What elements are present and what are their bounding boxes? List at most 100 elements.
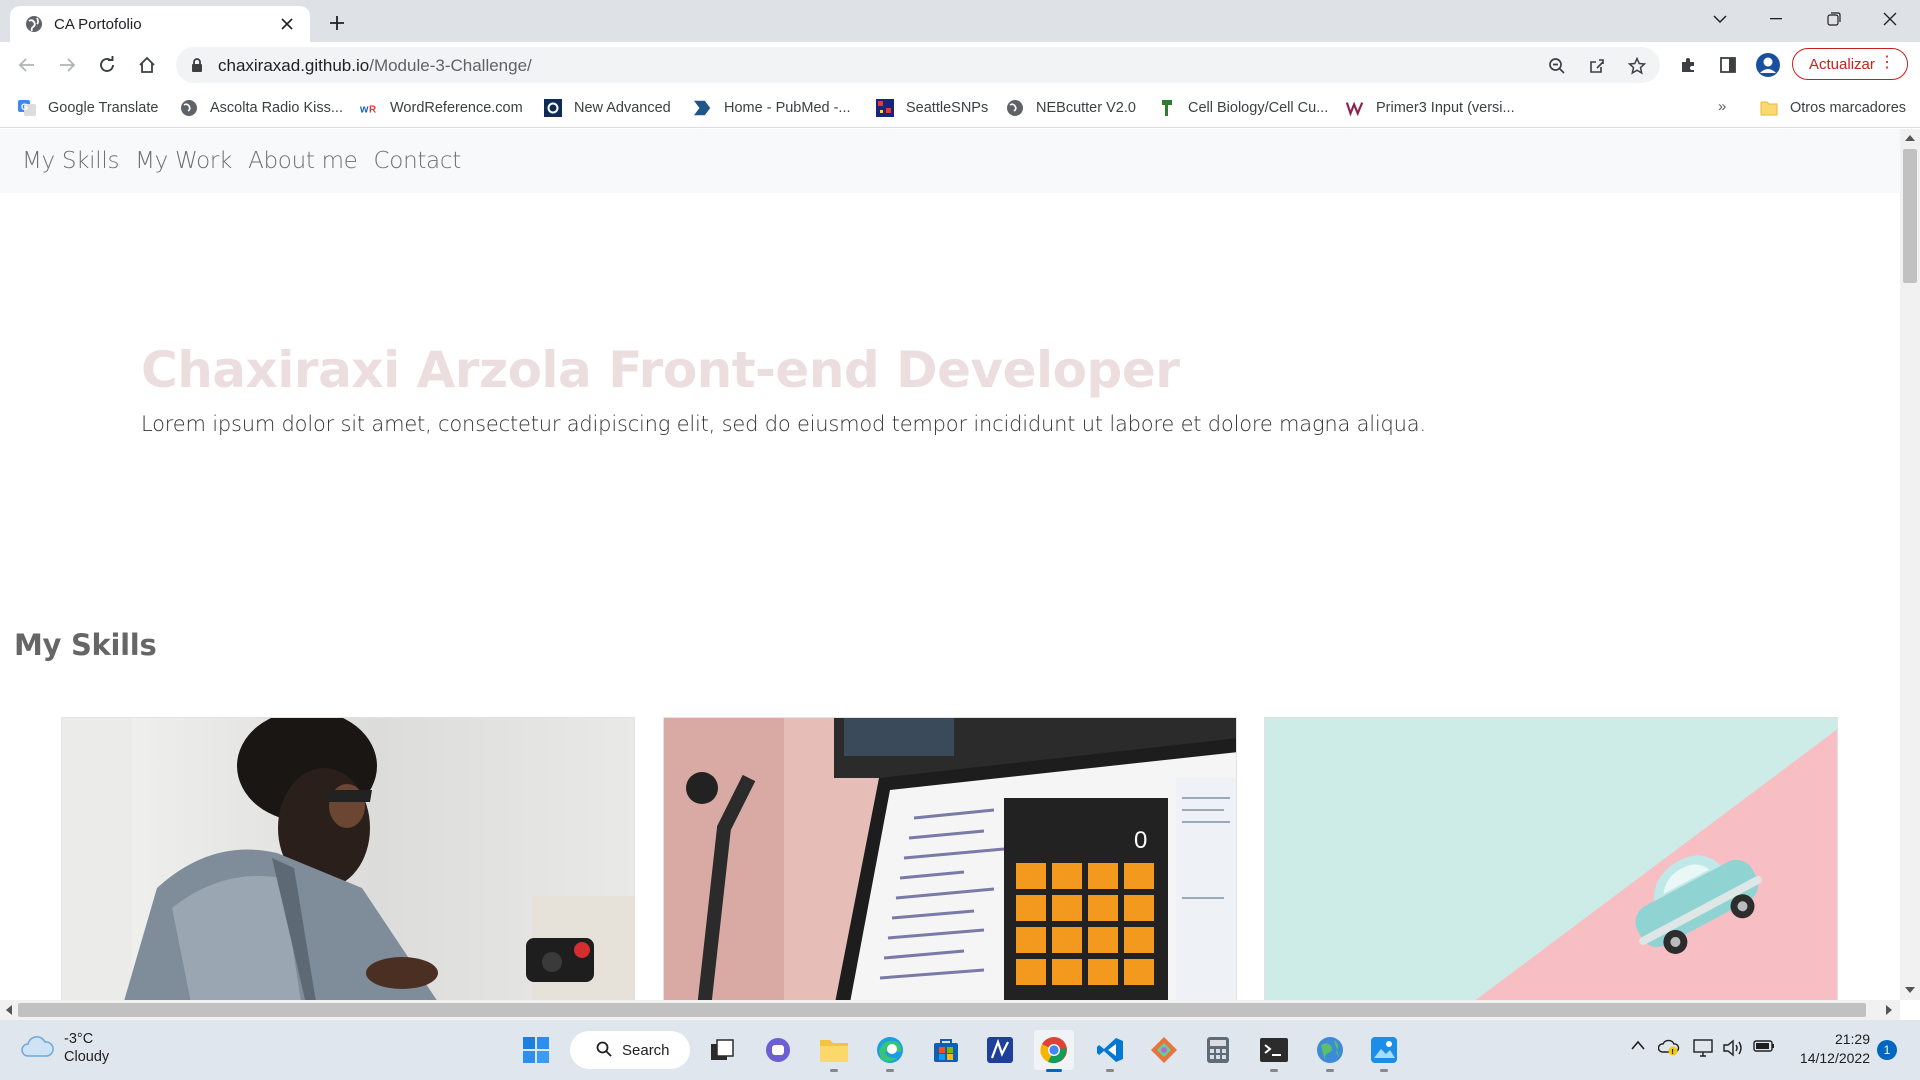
skill-card-image-3[interactable]	[1264, 717, 1838, 1000]
tab-title: CA Portofolio	[54, 15, 142, 33]
site-navbar: My Skills My Work About me Contact	[0, 129, 1900, 193]
running-indicator	[1270, 1069, 1278, 1072]
lock-icon[interactable]	[190, 57, 204, 78]
scroll-up-arrow-icon[interactable]	[1905, 135, 1915, 141]
bookmark-item[interactable]: SeattleSNPs	[876, 96, 988, 120]
teams-chat-icon[interactable]	[758, 1030, 798, 1070]
close-window-button[interactable]	[1864, 0, 1916, 38]
notification-badge[interactable]: 1	[1877, 1040, 1897, 1060]
more-bookmarks-button[interactable]: »	[1718, 98, 1726, 115]
address-bar[interactable]: chaxiraxad.github.io/Module-3-Challenge/	[176, 47, 1660, 83]
vertical-scrollbar[interactable]	[1900, 129, 1920, 1000]
zoom-icon[interactable]	[1544, 53, 1570, 79]
forward-button[interactable]	[51, 49, 83, 81]
more-menu-icon[interactable]: ⋮	[1879, 55, 1895, 71]
hero-text: Lorem ipsum dolor sit amet, consectetur …	[141, 412, 1426, 436]
reload-button[interactable]	[91, 49, 123, 81]
scroll-right-arrow-icon[interactable]	[1886, 1005, 1892, 1015]
horizontal-scroll-thumb[interactable]	[18, 1003, 1866, 1017]
bookmark-item[interactable]: Ascolta Radio Kiss...	[180, 96, 343, 120]
bookmark-star-icon[interactable]	[1624, 53, 1650, 79]
pubmed-icon	[694, 99, 712, 117]
mathtype-icon[interactable]	[980, 1030, 1020, 1070]
nav-link-about-me[interactable]: About me	[248, 148, 358, 174]
home-button[interactable]	[131, 49, 163, 81]
update-button[interactable]: Actualizar ⋮	[1792, 48, 1908, 80]
running-indicator	[886, 1069, 894, 1072]
chrome-browser-icon[interactable]	[1034, 1030, 1074, 1072]
svg-text:R: R	[369, 105, 376, 116]
task-view-icon[interactable]	[702, 1030, 742, 1070]
terminal-icon[interactable]	[1254, 1030, 1294, 1072]
bookmark-item[interactable]: New Advanced	[544, 96, 671, 120]
taskbar: -3°C Cloudy Search ! 21:29 14/12/2022 1	[0, 1020, 1920, 1080]
bookmark-label: New Advanced	[574, 100, 671, 116]
volume-icon[interactable]	[1722, 1038, 1744, 1063]
battery-icon[interactable]	[1752, 1038, 1776, 1059]
world-app-icon[interactable]	[1310, 1030, 1350, 1072]
back-button[interactable]	[11, 49, 43, 81]
restore-button[interactable]	[1808, 0, 1860, 38]
other-bookmarks-folder[interactable]: Otros marcadores	[1760, 96, 1906, 120]
other-bookmarks-label: Otros marcadores	[1790, 100, 1907, 116]
nav-link-my-work[interactable]: My Work	[135, 148, 232, 174]
update-label: Actualizar	[1809, 55, 1875, 73]
clock-date: 14/12/2022	[1799, 1050, 1870, 1066]
horizontal-scrollbar[interactable]	[0, 1000, 1900, 1020]
git-client-icon[interactable]	[1144, 1030, 1184, 1070]
globe-icon	[1006, 99, 1024, 117]
bookmark-item[interactable]: wR WordReference.com	[360, 96, 523, 120]
start-button[interactable]	[516, 1030, 556, 1070]
microsoft-store-icon[interactable]	[926, 1030, 966, 1070]
scroll-left-arrow-icon[interactable]	[6, 1005, 12, 1015]
vscode-icon[interactable]	[1090, 1030, 1130, 1072]
running-indicator	[830, 1069, 838, 1072]
seattlesnps-icon	[876, 99, 894, 117]
browser-tab[interactable]: CA Portofolio	[10, 6, 310, 42]
bookmark-item[interactable]: Cell Biology/Cell Cu...	[1158, 96, 1328, 120]
close-tab-icon[interactable]	[276, 13, 298, 35]
onedrive-warning-icon[interactable]: !	[1657, 1038, 1680, 1061]
edge-browser-icon[interactable]	[870, 1030, 910, 1072]
taskbar-search[interactable]: Search	[570, 1031, 690, 1069]
primer3-icon	[1346, 99, 1364, 117]
system-clock[interactable]: 21:29 14/12/2022	[1792, 1030, 1870, 1068]
calculator-icon[interactable]	[1198, 1030, 1238, 1070]
bookmark-label: Cell Biology/Cell Cu...	[1188, 100, 1329, 116]
network-icon[interactable]	[1692, 1038, 1714, 1063]
bookmark-item[interactable]: NEBcutter V2.0	[1006, 96, 1136, 120]
chevron-up-icon[interactable]	[1630, 1038, 1646, 1056]
new-tab-button[interactable]	[322, 8, 352, 38]
weather-widget[interactable]: -3°C Cloudy	[20, 1030, 109, 1066]
nav-link-contact[interactable]: Contact	[374, 148, 462, 174]
svg-text:!: !	[1672, 1049, 1674, 1056]
nav-link-my-skills[interactable]: My Skills	[22, 148, 119, 174]
extensions-icon[interactable]	[1672, 49, 1704, 81]
url-host: chaxiraxad.github.io	[218, 56, 370, 75]
side-panel-icon[interactable]	[1712, 49, 1744, 81]
page-viewport: My Skills My Work About me Contact Chaxi…	[0, 129, 1900, 1000]
bookmarks-bar: G Google Translate Ascolta Radio Kiss...…	[0, 88, 1920, 128]
bookmark-item[interactable]: Home - PubMed -...	[694, 96, 851, 120]
section-title: My Skills	[14, 628, 157, 662]
wordreference-icon: wR	[360, 99, 378, 117]
globe-icon	[24, 14, 44, 34]
bookmark-item[interactable]: Primer3 Input (versi...	[1346, 96, 1515, 120]
file-explorer-icon[interactable]	[814, 1030, 854, 1072]
bookmark-label: Google Translate	[48, 100, 159, 116]
scroll-down-arrow-icon[interactable]	[1905, 987, 1915, 993]
skill-card-image-1[interactable]	[61, 717, 635, 1000]
profile-avatar-icon[interactable]	[1752, 49, 1784, 81]
bookmark-label: NEBcutter V2.0	[1036, 100, 1136, 116]
search-label: Search	[622, 1041, 670, 1059]
cloud-icon	[20, 1034, 54, 1063]
photos-app-icon[interactable]	[1364, 1030, 1404, 1072]
tab-search-icon[interactable]	[1694, 0, 1746, 38]
skill-card-image-2[interactable]: 0	[663, 717, 1237, 1000]
share-icon[interactable]	[1584, 53, 1610, 79]
bookmark-label: Home - PubMed -...	[724, 100, 851, 116]
vertical-scroll-thumb[interactable]	[1903, 149, 1917, 283]
minimize-button[interactable]	[1750, 0, 1802, 38]
search-icon	[596, 1041, 612, 1061]
bookmark-item[interactable]: G Google Translate	[18, 96, 158, 120]
